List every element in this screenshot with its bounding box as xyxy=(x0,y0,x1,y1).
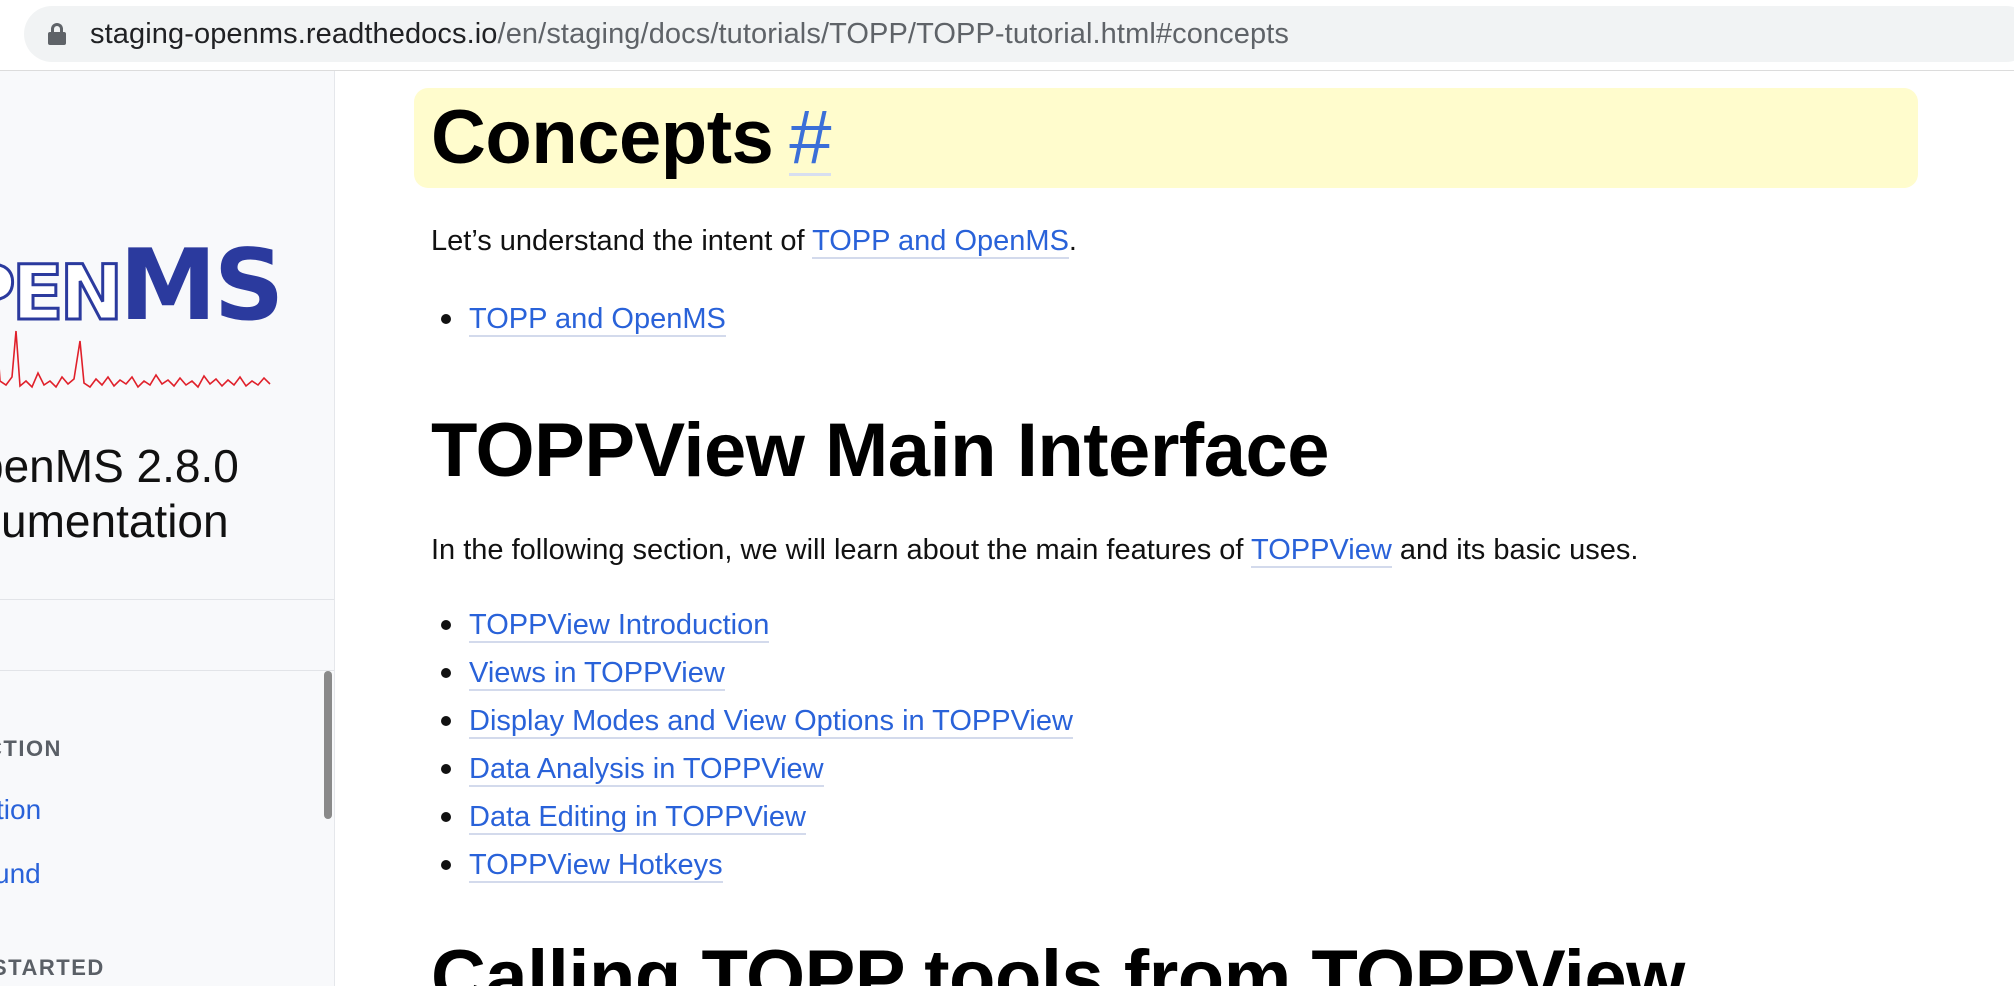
concepts-link-list: TOPP and OpenMS xyxy=(431,295,726,343)
bullet-dot xyxy=(441,716,451,726)
topp-openms-inline-link[interactable]: TOPP and OpenMS xyxy=(812,225,1069,259)
link-topp-and-openms[interactable]: TOPP and OpenMS xyxy=(469,303,726,337)
concepts-intro: Let’s understand the intent of TOPP and … xyxy=(431,225,1077,259)
link-toppview-hotkeys[interactable]: TOPPView Hotkeys xyxy=(469,849,723,883)
browser-toolbar: staging-openms.readthedocs.io/en/staging… xyxy=(0,0,2014,71)
lock-icon[interactable] xyxy=(48,23,66,45)
bullet-dot xyxy=(441,620,451,630)
link-views-in-toppview[interactable]: Views in TOPPView xyxy=(469,657,725,691)
list-item: Display Modes and View Options in TOPPVi… xyxy=(431,697,1073,745)
site-title-line1: penMS 2.8.0 xyxy=(0,440,239,492)
sidebar-item-introduction[interactable]: tion xyxy=(0,794,41,826)
link-toppview-introduction[interactable]: TOPPView Introduction xyxy=(469,609,770,643)
main-content: Concepts # Let’s understand the intent of… xyxy=(336,71,2014,986)
concepts-heading: Concepts # xyxy=(431,95,832,180)
bullet-dot xyxy=(441,314,451,324)
toppview-intro: In the following section, we will learn … xyxy=(431,534,1639,568)
list-item: Views in TOPPView xyxy=(431,649,1073,697)
search-input[interactable]: ch xyxy=(0,599,334,671)
list-item: TOPPView Introduction xyxy=(431,601,1073,649)
toppview-inline-link[interactable]: TOPPView xyxy=(1251,534,1392,568)
openms-logo[interactable]: PENMS xyxy=(0,201,300,401)
link-display-modes[interactable]: Display Modes and View Options in TOPPVi… xyxy=(469,705,1073,739)
nav-caption-introduction: CTION xyxy=(0,736,62,761)
list-item: Data Analysis in TOPPView xyxy=(431,745,1073,793)
bullet-dot xyxy=(441,668,451,678)
url-path: /en/staging/docs/tutorials/TOPP/TOPP-tut… xyxy=(497,17,1289,50)
toppview-link-list: TOPPView Introduction Views in TOPPView … xyxy=(431,601,1073,889)
link-data-editing[interactable]: Data Editing in TOPPView xyxy=(469,801,806,835)
bullet-dot xyxy=(441,812,451,822)
list-item: TOPPView Hotkeys xyxy=(431,841,1073,889)
address-bar[interactable]: staging-openms.readthedocs.io/en/staging… xyxy=(24,6,2014,62)
concepts-anchor-link[interactable]: # xyxy=(789,100,832,176)
sidebar-scrollbar[interactable] xyxy=(324,671,332,819)
site-title[interactable]: penMS 2.8.0 cumentation xyxy=(0,439,239,549)
bullet-dot xyxy=(441,860,451,870)
toppview-heading: TOPPView Main Interface xyxy=(431,408,1330,493)
nav-caption-getting-started: STARTED xyxy=(0,955,105,980)
sidebar-item-background[interactable]: und xyxy=(0,858,41,890)
url-host: staging-openms.readthedocs.io xyxy=(90,17,498,50)
bullet-dot xyxy=(441,764,451,774)
list-item: Data Editing in TOPPView xyxy=(431,793,1073,841)
logo-wordmark: PENMS xyxy=(0,229,284,343)
site-title-line2: cumentation xyxy=(0,495,229,547)
link-data-analysis[interactable]: Data Analysis in TOPPView xyxy=(469,753,824,787)
list-item: TOPP and OpenMS xyxy=(431,295,726,343)
calling-topp-tools-heading: Calling TOPP tools from TOPPView xyxy=(431,935,1685,986)
sidebar: PENMS penMS 2.8.0 cumentation ch CTION t… xyxy=(0,71,335,986)
